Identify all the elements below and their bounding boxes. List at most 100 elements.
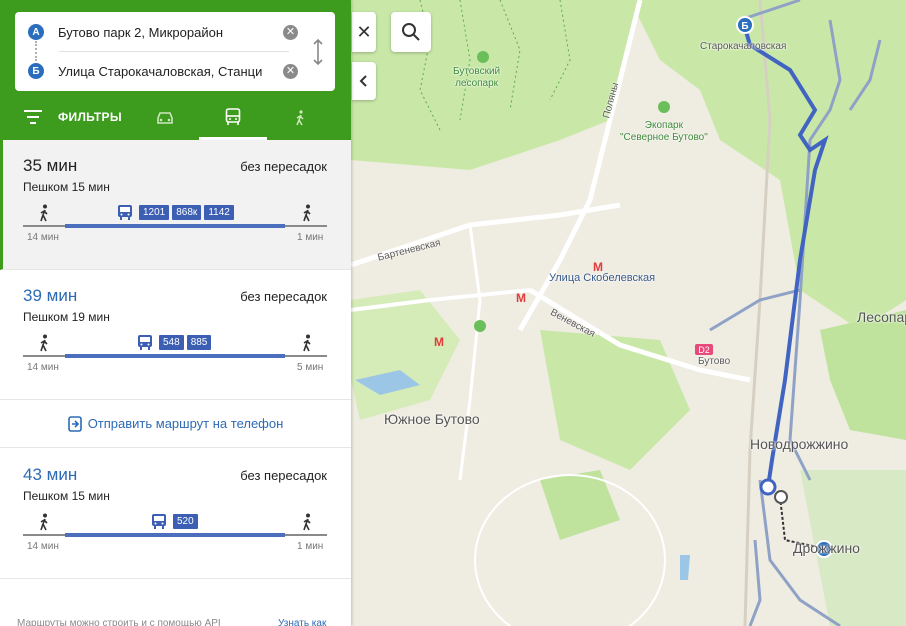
point-a-input[interactable]: Бутово парк 2, Микрорайон [58,25,270,40]
route-walk-time: Пешком 15 мин [23,180,110,194]
close-icon: ✕ [356,21,372,42]
walk-line [285,355,327,357]
metro-icon[interactable]: M [434,335,444,349]
route-option-2[interactable]: 39 мин без пересадок Пешком 19 мин 14 ми… [0,270,351,400]
map-label-yuzhnoe-butovo: Южное Бутово [384,411,480,427]
bus-icon [118,205,132,220]
route-points-box: А Бутово парк 2, Микрорайон ✕ Б Улица Ст… [15,12,335,91]
filter-icon [24,110,42,124]
walk-line [23,225,65,227]
walk-icon [40,334,48,352]
map-label-forest: Бутовский лесопарк [453,66,501,89]
bus-group: 548 885 [137,333,214,351]
bus-icon [138,335,152,350]
d2-badge-text: D2 [698,345,710,355]
tab-car[interactable] [131,96,199,140]
clear-icon[interactable]: ✕ [283,24,298,40]
route-transfers: без пересадок [240,468,327,483]
map-label-drozhzhino: Дрожжино [793,540,860,556]
walk-after-time: 1 мин [297,541,324,552]
route-time: 43 мин [23,465,78,484]
bus-group: 520 [151,512,201,530]
bus-icon [152,514,166,529]
collapse-panel-button[interactable] [352,62,376,100]
map-label-starokach: Старокачаловская [700,41,787,52]
bus-number: 520 [173,513,198,529]
walk-line [285,225,327,227]
clear-icon[interactable]: ✕ [283,63,298,79]
search-icon [402,23,420,41]
chevron-left-icon [359,75,367,87]
footer-note: Маршруты можно строить и с помощью API [17,618,221,626]
park-icon[interactable] [474,320,486,332]
map-label-lesopark: Лесопарк [857,309,906,325]
walk-after-time: 5 мин [297,362,324,373]
route-scheme: 14 мин 1201 868к 1142 1 мин [23,202,327,243]
bus-line [65,354,285,358]
bus-number: 548 [159,334,184,350]
send-to-phone-link[interactable]: Отправить маршрут на телефон [0,400,351,448]
park-icon[interactable] [658,101,670,113]
map-label-ecopark: Экопарк "Северное Бутово" [620,120,708,143]
route-stop[interactable] [774,490,788,504]
walk-icon [303,334,311,352]
bus-number: 1201 [139,204,170,220]
walk-line [23,355,65,357]
point-b-badge: Б [28,63,44,79]
route-header: А Бутово парк 2, Микрорайон ✕ Б Улица Ст… [0,0,351,140]
bus-number: 1142 [204,204,234,220]
walk-before-time: 14 мин [27,362,59,373]
bus-line [65,533,285,537]
map-label-butovo: Бутово [698,356,731,367]
point-a-badge: А [28,24,44,40]
bus-icon [225,107,241,125]
route-transfers: без пересадок [240,289,327,304]
route-time: 39 мин [23,286,78,305]
route-walk-time: Пешком 19 мин [23,310,110,324]
point-b-row[interactable]: Б Улица Старокачаловская, Станци ✕ [15,52,335,90]
route-sidebar: А Бутово парк 2, Микрорайон ✕ Б Улица Ст… [0,0,351,626]
swap-points-button[interactable] [309,38,327,66]
route-stop[interactable] [759,478,777,496]
bus-line [65,224,285,228]
walk-icon [40,513,48,531]
close-route-button[interactable]: ✕ [352,12,376,52]
filters-button[interactable]: ФИЛЬТРЫ [24,106,122,128]
map-label-novodrozhzhino: Новодрожжино [750,436,849,452]
park-icon[interactable] [477,51,489,63]
search-button[interactable] [391,12,431,52]
walk-icon [40,204,48,222]
tab-transit[interactable] [199,96,267,140]
walk-after-time: 1 мин [297,232,324,243]
route-option-3[interactable]: 43 мин без пересадок Пешком 15 мин 14 ми… [0,449,351,579]
footer-link[interactable]: Узнать как [278,618,326,626]
point-b-marker-label: Б [741,21,748,32]
route-scheme: 14 мин 520 1 мин [23,511,327,552]
walk-before-time: 14 мин [27,232,59,243]
car-icon [157,112,173,124]
map-label-skobelevskaya: Улица Скобелевская [549,272,656,284]
walk-icon [303,513,311,531]
tab-walk[interactable] [266,96,334,140]
route-scheme: 14 мин 548 885 5 мин [23,332,327,373]
walk-icon [296,110,304,126]
send-to-phone-label: Отправить маршрут на телефон [87,416,284,431]
point-a-row[interactable]: А Бутово парк 2, Микрорайон ✕ [15,13,335,51]
bus-number: 885 [186,334,212,350]
point-b-input[interactable]: Улица Старокачаловская, Станци [58,64,270,79]
filters-label: ФИЛЬТРЫ [58,110,122,124]
mode-bar: ФИЛЬТРЫ [0,96,351,140]
swap-icon [313,39,323,65]
bus-number: 868к [172,204,202,220]
walk-line [23,534,65,536]
route-transfers: без пересадок [240,159,327,174]
send-icon [67,415,82,432]
walk-before-time: 14 мин [27,541,59,552]
route-time: 35 мин [23,156,78,175]
metro-icon[interactable]: M [516,291,526,305]
bus-group: 1201 868к 1142 [117,203,237,221]
route-option-1[interactable]: 35 мин без пересадок Пешком 15 мин 14 ми… [0,140,351,270]
walk-line [285,534,327,536]
walk-icon [303,204,311,222]
route-walk-time: Пешком 15 мин [23,489,110,503]
